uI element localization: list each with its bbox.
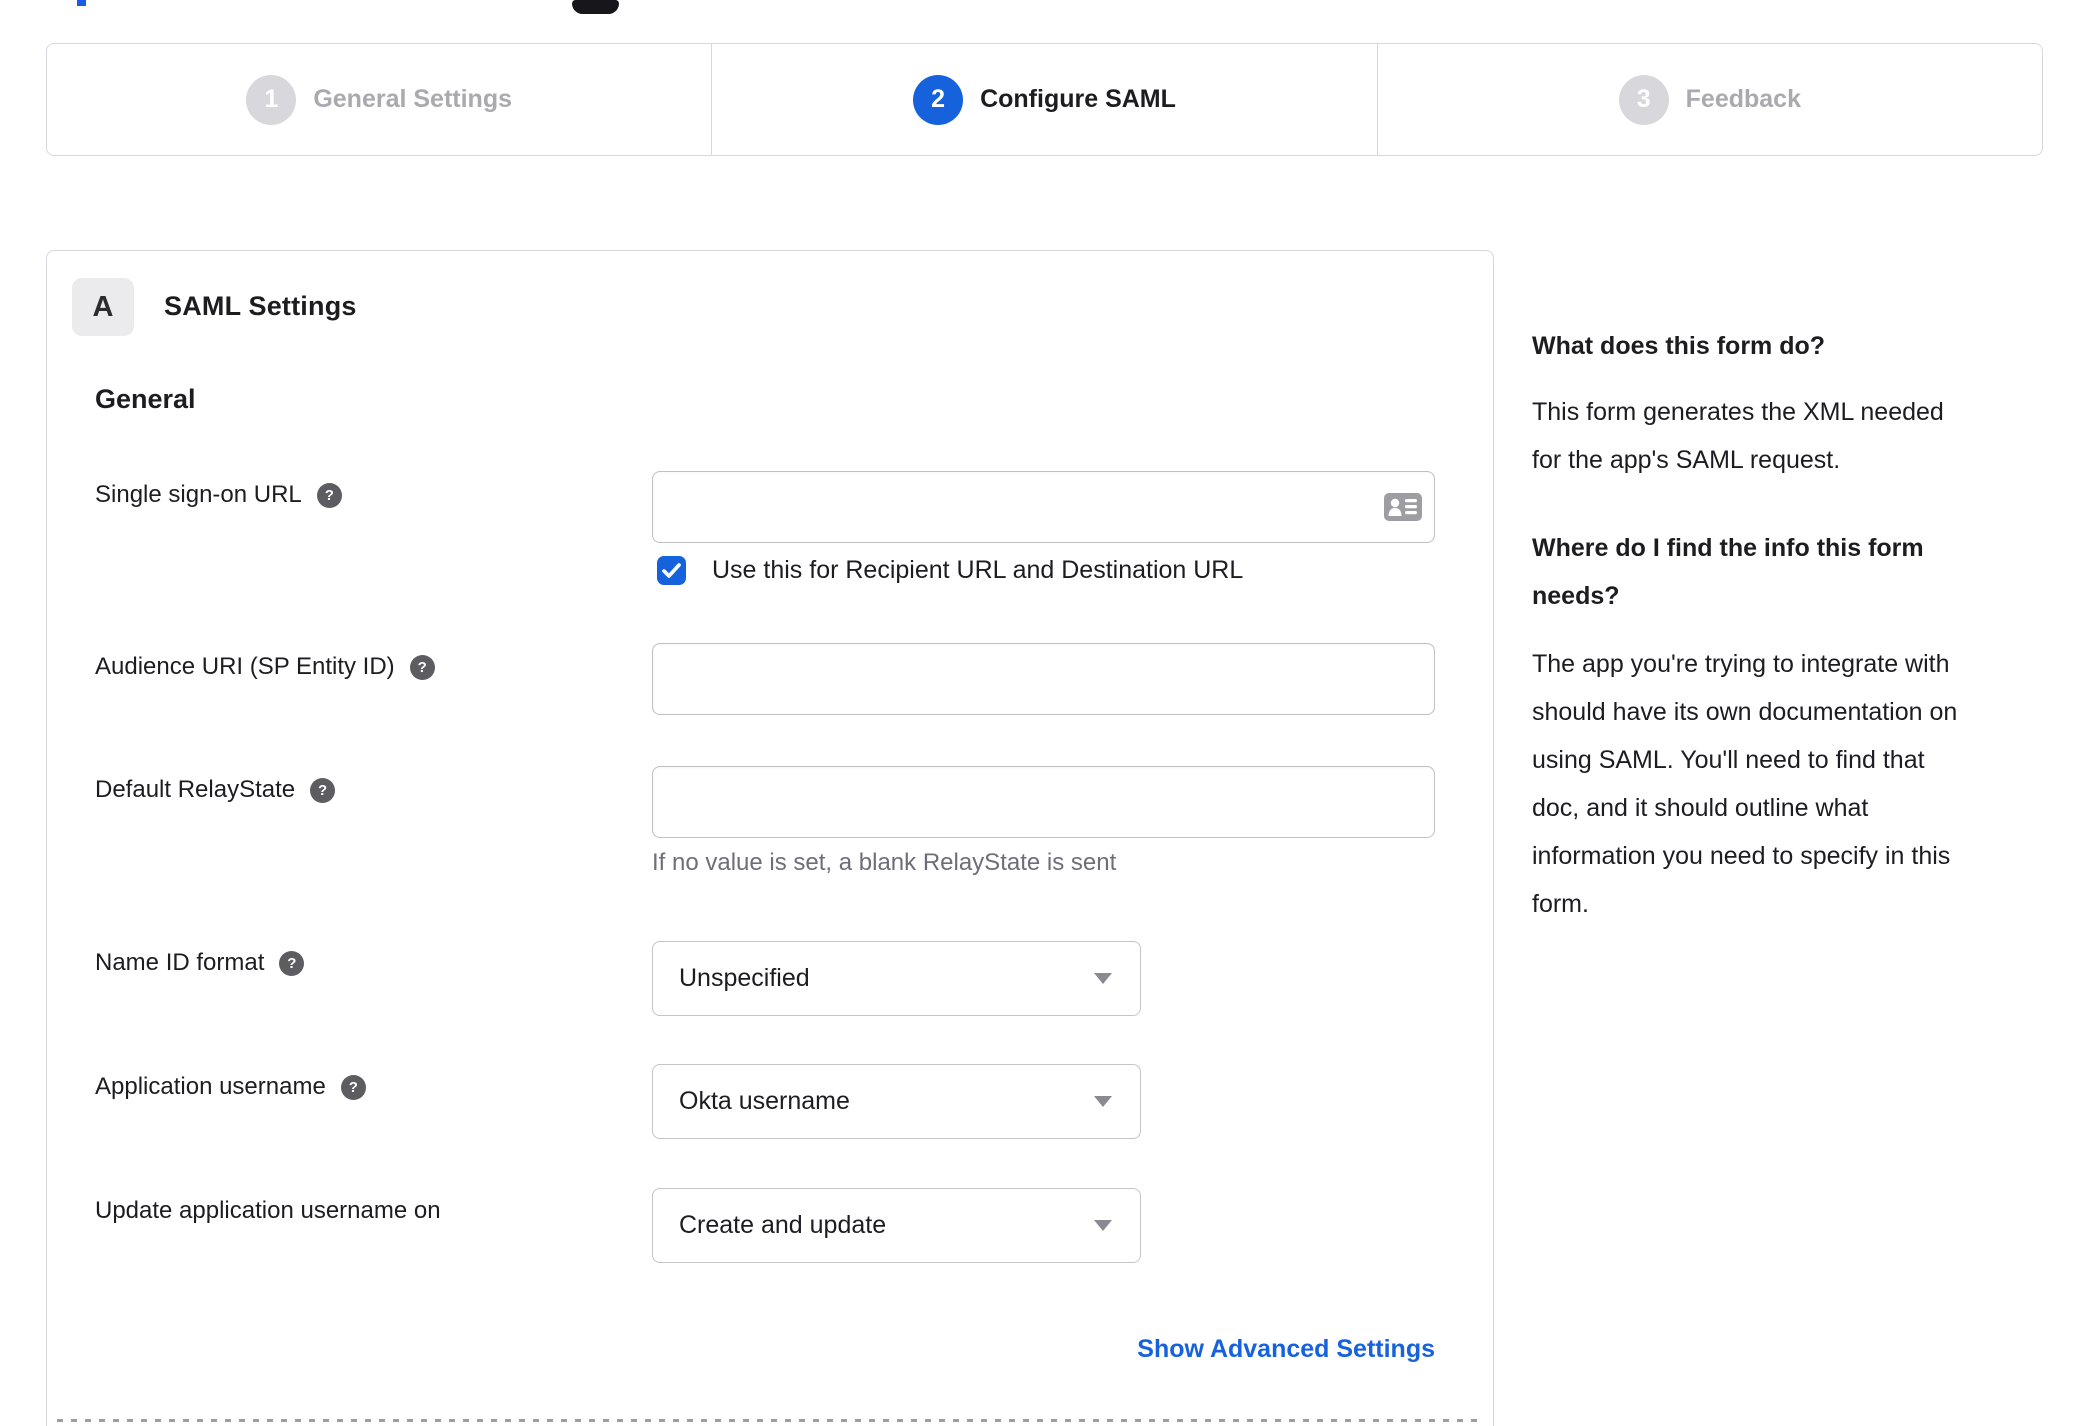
update-username-on-label-text: Update application username on bbox=[95, 1197, 441, 1224]
use-for-recipient-checkbox-label[interactable]: Use this for Recipient URL and Destinati… bbox=[712, 556, 1243, 585]
name-id-format-label: Name ID format ? bbox=[95, 949, 305, 977]
audience-uri-input[interactable] bbox=[652, 643, 1435, 715]
checkmark-icon bbox=[662, 563, 681, 578]
step-3-badge: 3 bbox=[1618, 74, 1669, 125]
name-id-format-select[interactable]: Unspecified bbox=[652, 941, 1141, 1016]
name-id-format-label-text: Name ID format bbox=[95, 949, 265, 976]
cutoff-logo-fragment bbox=[77, 0, 86, 6]
help-icon[interactable]: ? bbox=[316, 482, 342, 508]
section-a-badge: A bbox=[72, 278, 134, 336]
show-advanced-settings-link[interactable]: Show Advanced Settings bbox=[652, 1335, 1435, 1364]
general-section-heading: General bbox=[95, 384, 196, 414]
step-2-badge: 2 bbox=[913, 74, 964, 125]
step-configure-saml[interactable]: 2 Configure SAML bbox=[711, 44, 1376, 155]
relaystate-helper-text: If no value is set, a blank RelayState i… bbox=[652, 849, 1117, 876]
recipient-url-checkbox-row: Use this for Recipient URL and Destinati… bbox=[657, 556, 1243, 585]
chevron-down-icon bbox=[1094, 1096, 1112, 1107]
application-username-select[interactable]: Okta username bbox=[652, 1064, 1141, 1139]
default-relaystate-label: Default RelayState ? bbox=[95, 776, 336, 804]
help-icon[interactable]: ? bbox=[340, 1074, 366, 1100]
name-id-format-value: Unspecified bbox=[679, 964, 810, 992]
cutoff-app-icon-fragment bbox=[572, 0, 619, 14]
step-general-settings[interactable]: 1 General Settings bbox=[47, 44, 711, 155]
sidebar-heading-where: Where do I find the info this form needs… bbox=[1532, 534, 1924, 610]
default-relaystate-input[interactable] bbox=[652, 766, 1435, 838]
section-dashed-divider bbox=[57, 1419, 1483, 1422]
wizard-stepper: 1 General Settings 2 Configure SAML 3 Fe… bbox=[46, 43, 2043, 156]
step-feedback[interactable]: 3 Feedback bbox=[1376, 44, 2042, 155]
help-icon[interactable]: ? bbox=[409, 654, 435, 680]
update-username-on-select[interactable]: Create and update bbox=[652, 1188, 1141, 1263]
audience-uri-label: Audience URI (SP Entity ID) ? bbox=[95, 653, 435, 681]
step-1-label: General Settings bbox=[313, 85, 512, 113]
saml-settings-panel: A SAML Settings General Single sign-on U… bbox=[46, 250, 1494, 1426]
step-1-badge: 1 bbox=[246, 74, 297, 125]
update-username-on-value: Create and update bbox=[679, 1211, 887, 1239]
sidebar-body-what: This form generates the XML needed for t… bbox=[1532, 398, 1944, 474]
single-sign-on-url-input[interactable] bbox=[652, 471, 1435, 543]
sidebar-heading-what: What does this form do? bbox=[1532, 332, 1826, 360]
single-sign-on-url-label-text: Single sign-on URL bbox=[95, 481, 302, 508]
chevron-down-icon bbox=[1094, 973, 1112, 984]
application-username-label: Application username ? bbox=[95, 1073, 366, 1101]
update-username-on-label: Update application username on bbox=[95, 1197, 441, 1225]
panel-title: SAML Settings bbox=[164, 291, 357, 321]
default-relaystate-label-text: Default RelayState bbox=[95, 776, 296, 803]
audience-uri-label-text: Audience URI (SP Entity ID) bbox=[95, 653, 395, 680]
chevron-down-icon bbox=[1094, 1220, 1112, 1231]
application-username-label-text: Application username bbox=[95, 1073, 326, 1100]
step-2-label: Configure SAML bbox=[980, 85, 1176, 113]
single-sign-on-url-label: Single sign-on URL ? bbox=[95, 481, 342, 509]
step-3-label: Feedback bbox=[1685, 85, 1801, 113]
sidebar-body-where: The app you're trying to integrate with … bbox=[1532, 650, 1958, 918]
use-for-recipient-checkbox[interactable] bbox=[657, 556, 686, 585]
application-username-value: Okta username bbox=[679, 1087, 850, 1115]
help-icon[interactable]: ? bbox=[310, 777, 336, 803]
help-icon[interactable]: ? bbox=[279, 950, 305, 976]
